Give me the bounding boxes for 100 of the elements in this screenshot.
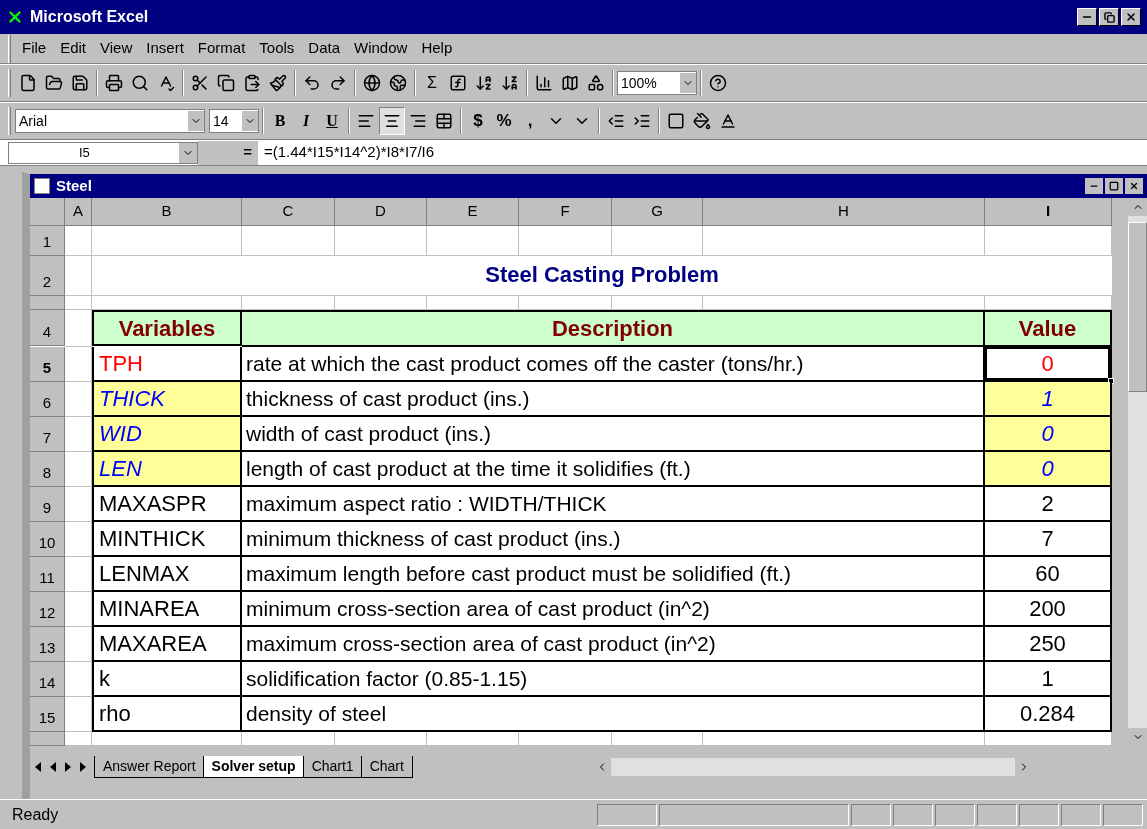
column-header[interactable]: C bbox=[242, 198, 335, 226]
grid-cell[interactable] bbox=[65, 226, 92, 256]
value-cell[interactable]: 0 bbox=[985, 417, 1110, 450]
grid-cell[interactable] bbox=[65, 592, 92, 627]
grid-cell[interactable] bbox=[703, 226, 985, 256]
row-header[interactable]: 1 bbox=[30, 226, 65, 256]
row-header[interactable]: 9 bbox=[30, 487, 65, 522]
menu-item[interactable]: View bbox=[93, 37, 140, 60]
menu-item[interactable]: Tools bbox=[252, 37, 302, 60]
grid-cell[interactable] bbox=[92, 226, 242, 256]
value-cell[interactable]: 60 bbox=[985, 557, 1110, 590]
grid-cell[interactable] bbox=[65, 732, 92, 746]
grid-cell[interactable] bbox=[65, 697, 92, 732]
grid-cell[interactable] bbox=[519, 296, 612, 310]
column-header[interactable]: E bbox=[427, 198, 519, 226]
grid-cell[interactable] bbox=[427, 732, 519, 746]
value-cell[interactable]: 0 bbox=[985, 347, 1110, 380]
grid-cell[interactable] bbox=[65, 452, 92, 487]
grid-cell[interactable] bbox=[65, 296, 92, 310]
column-header[interactable]: G bbox=[612, 198, 703, 226]
value-cell[interactable]: 0.284 bbox=[985, 697, 1110, 730]
grid-cell[interactable] bbox=[65, 310, 92, 347]
style-button[interactable]: B bbox=[267, 107, 293, 135]
style-button[interactable]: I bbox=[293, 107, 319, 135]
menu-item[interactable]: Help bbox=[414, 37, 460, 60]
grid-cell[interactable] bbox=[335, 732, 427, 746]
sheet-tab[interactable]: Chart bbox=[360, 756, 413, 778]
grid-cell[interactable] bbox=[612, 296, 703, 310]
grid-cell[interactable] bbox=[519, 732, 612, 746]
column-header[interactable]: I bbox=[985, 198, 1112, 226]
grid-cell[interactable] bbox=[612, 732, 703, 746]
grid-cell[interactable] bbox=[335, 226, 427, 256]
grid-cell[interactable] bbox=[242, 732, 335, 746]
minimize-button[interactable] bbox=[1077, 8, 1097, 26]
grid-cell[interactable] bbox=[65, 256, 92, 296]
grid-cell[interactable] bbox=[242, 296, 335, 310]
grid-cell[interactable] bbox=[65, 662, 92, 697]
formula-field[interactable]: =(1.44*I15*I14^2)*I8*I7/I6 bbox=[258, 141, 435, 164]
grid-cell[interactable] bbox=[65, 487, 92, 522]
row-header[interactable]: 13 bbox=[30, 627, 65, 662]
select-all-button[interactable] bbox=[30, 198, 65, 226]
vertical-scrollbar[interactable] bbox=[1128, 198, 1147, 746]
column-header[interactable]: F bbox=[519, 198, 612, 226]
grid-cell[interactable] bbox=[65, 522, 92, 557]
value-cell[interactable]: 1 bbox=[985, 382, 1110, 415]
align-center-button[interactable] bbox=[379, 107, 405, 135]
sheet-tab[interactable]: Chart1 bbox=[302, 756, 363, 778]
maximize-button[interactable] bbox=[1105, 178, 1123, 194]
column-header[interactable]: B bbox=[92, 198, 242, 226]
close-button[interactable] bbox=[1121, 8, 1141, 26]
row-header[interactable]: 4 bbox=[30, 310, 65, 346]
value-cell[interactable]: 200 bbox=[985, 592, 1110, 625]
number-format-button[interactable]: % bbox=[491, 107, 517, 135]
grid-cell[interactable] bbox=[703, 296, 985, 310]
grid-cell[interactable] bbox=[92, 296, 242, 310]
menu-item[interactable]: Format bbox=[190, 37, 253, 60]
grid-cell[interactable] bbox=[65, 557, 92, 592]
row-header[interactable]: 5 bbox=[30, 347, 65, 382]
grid-cell[interactable] bbox=[985, 226, 1112, 256]
menu-item[interactable]: Data bbox=[301, 37, 348, 60]
row-header[interactable] bbox=[30, 296, 65, 310]
value-cell[interactable]: 7 bbox=[985, 522, 1110, 555]
grid-cell[interactable] bbox=[242, 226, 335, 256]
zoom-dropdown[interactable]: 100% bbox=[617, 71, 697, 95]
menu-item[interactable]: Edit bbox=[53, 37, 94, 60]
menu-item[interactable]: Window bbox=[347, 37, 415, 60]
value-cell[interactable]: 2 bbox=[985, 487, 1110, 520]
grid-cell[interactable] bbox=[65, 347, 92, 382]
grid-cell[interactable] bbox=[519, 226, 612, 256]
restore-button[interactable] bbox=[1099, 8, 1119, 26]
value-cell[interactable]: 0 bbox=[985, 452, 1110, 485]
column-header[interactable]: D bbox=[335, 198, 427, 226]
sheet-tab[interactable]: Answer Report bbox=[94, 756, 205, 778]
sheet-tab[interactable]: Solver setup bbox=[202, 756, 305, 778]
row-header[interactable]: 14 bbox=[30, 662, 65, 697]
column-header[interactable]: H bbox=[703, 198, 985, 226]
autosum-button[interactable]: Σ bbox=[419, 69, 445, 97]
grid-cell[interactable] bbox=[65, 417, 92, 452]
close-button[interactable] bbox=[1125, 178, 1143, 194]
value-cell[interactable]: 250 bbox=[985, 627, 1110, 660]
column-header[interactable]: A bbox=[65, 198, 92, 226]
size-dropdown[interactable]: 14 bbox=[209, 109, 259, 133]
grid-cell[interactable] bbox=[985, 732, 1112, 746]
grid-cell[interactable] bbox=[985, 296, 1112, 310]
row-header[interactable]: 6 bbox=[30, 382, 65, 417]
row-header[interactable]: 10 bbox=[30, 522, 65, 557]
row-header[interactable]: 7 bbox=[30, 417, 65, 452]
row-header[interactable]: 8 bbox=[30, 452, 65, 487]
number-format-button[interactable]: , bbox=[517, 107, 543, 135]
grid-cell[interactable] bbox=[427, 296, 519, 310]
grid-cell[interactable] bbox=[65, 627, 92, 662]
font-dropdown[interactable]: Arial bbox=[15, 109, 205, 133]
grid-cell[interactable] bbox=[92, 732, 242, 746]
value-cell[interactable]: 1 bbox=[985, 662, 1110, 695]
row-header[interactable]: 15 bbox=[30, 697, 65, 732]
grid-cell[interactable] bbox=[65, 382, 92, 417]
row-header[interactable]: 11 bbox=[30, 557, 65, 592]
scroll-thumb[interactable] bbox=[1128, 222, 1147, 392]
menu-item[interactable]: Insert bbox=[139, 37, 191, 60]
grid-cell[interactable] bbox=[335, 296, 427, 310]
